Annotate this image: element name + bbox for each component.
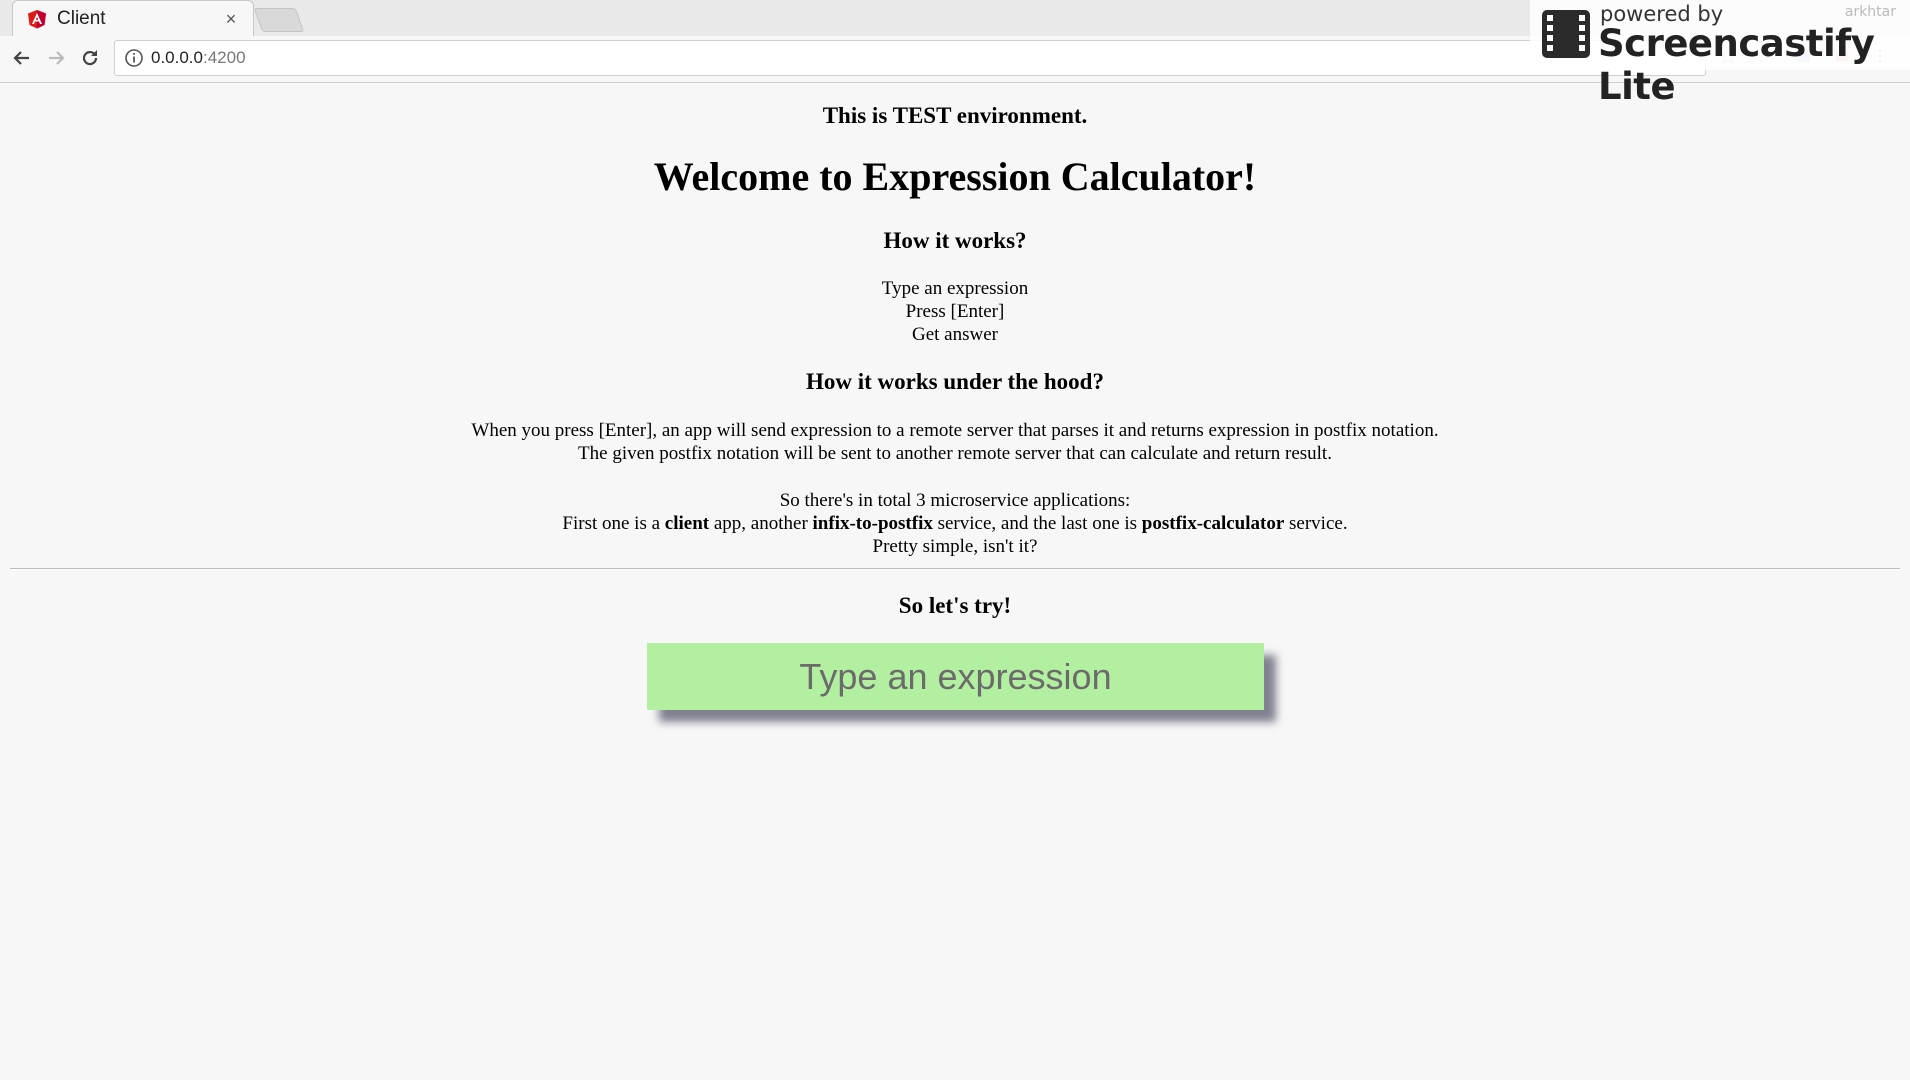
under-the-hood-text: When you press [Enter], an app will send… [0,419,1910,465]
tab-title: Client [57,8,106,29]
try-heading: So let's try! [898,593,1012,618]
environment-notice: This is TEST environment. [822,103,1088,128]
step-item: Press [Enter] [905,301,1005,322]
film-strip-icon [1542,10,1590,58]
postfix-calculator-label: postfix-calculator [1141,513,1285,534]
address-bar[interactable]: 0.0.0.0 :4200 [114,40,1706,76]
infix-to-postfix-label: infix-to-postfix [812,513,933,534]
micro-text: service, and the last one is [932,513,1142,534]
microservices-intro: So there's in total 3 microservice appli… [779,490,1131,511]
client-label: client [664,513,710,534]
angular-icon [28,10,46,29]
reload-button[interactable] [76,44,104,72]
url-host: 0.0.0.0 [151,48,203,67]
url-port: :4200 [203,48,246,67]
horizontal-divider [10,568,1900,570]
steps-list: Type an expression Press [Enter] Get ans… [0,277,1910,346]
forward-button[interactable] [42,44,70,72]
under-the-hood-heading: How it works under the hood? [806,369,1104,394]
hood-line: The given postfix notation will be sent … [578,443,1332,464]
arrow-right-icon [49,51,65,65]
browser-tab[interactable]: Client × [12,0,254,37]
page-title: Welcome to Expression Calculator! [653,154,1257,199]
watermark-user: arkhtar [1844,4,1896,20]
info-icon[interactable] [123,47,145,69]
new-tab-button[interactable] [253,8,305,32]
screencastify-watermark: powered by Screencastify Lite arkhtar [1530,0,1910,108]
how-it-works-heading: How it works? [883,228,1027,253]
arrow-left-icon [13,51,29,65]
expression-input[interactable] [647,643,1264,710]
back-button[interactable] [8,44,36,72]
reload-icon [82,50,98,66]
micro-text: app, another [709,513,813,534]
micro-text: First one is a [562,513,665,534]
close-tab-icon[interactable]: × [221,9,241,29]
page-content: This is TEST environment. Welcome to Exp… [0,83,1910,1080]
microservices-line: First one is a client app, another infix… [0,512,1910,535]
hood-line: When you press [Enter], an app will send… [471,420,1439,441]
micro-text: service. [1284,513,1348,534]
microservices-outro: Pretty simple, isn't it? [872,536,1038,557]
step-item: Type an expression [881,278,1029,299]
microservices-section: So there's in total 3 microservice appli… [0,489,1910,558]
step-item: Get answer [912,324,998,345]
